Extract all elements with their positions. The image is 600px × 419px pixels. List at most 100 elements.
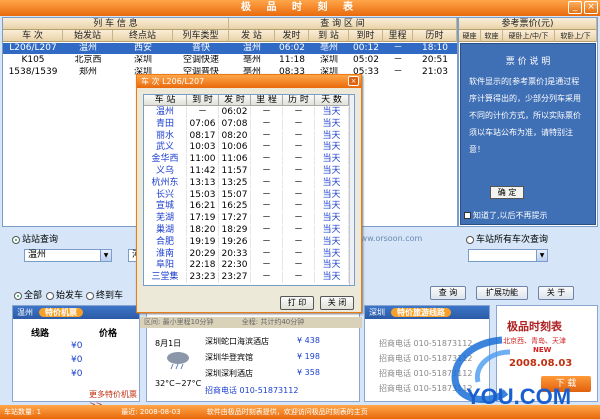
hotel-price[interactable]: ¥ 198 — [297, 352, 320, 361]
station-cell: 巢湖 — [144, 225, 187, 236]
query-button[interactable]: 查 询 — [430, 286, 466, 300]
station-cell: 合肥 — [144, 236, 187, 248]
rain-cloud-icon — [165, 350, 191, 370]
col-arrive[interactable]: 到 时 — [187, 95, 219, 106]
from-station-combo[interactable]: 温州 ▼ — [24, 249, 112, 262]
table-row[interactable]: L206/L207 温州 西安 普快 温州 06:02 亳州 00:12 － 1… — [3, 43, 457, 54]
station-row[interactable]: 丽水 08:17 08:20 －－当天 — [144, 130, 349, 142]
dialog-scrollbar[interactable] — [349, 95, 354, 285]
station-row[interactable]: 三堂集 23:23 23:27 －－当天 — [144, 272, 349, 284]
hotel-phone[interactable]: 招商电话 010-51873112 — [205, 385, 298, 396]
col-days[interactable]: 天 数 — [315, 95, 349, 106]
col-depart-time[interactable]: 发时 — [275, 30, 309, 42]
ticket-price[interactable]: ¥0 — [71, 341, 82, 351]
status-date: 最近: 2008-08-03 — [121, 408, 181, 416]
station-cell: 07:08 — [219, 118, 251, 130]
status-message: 软件由极品时刻表提供，欢迎访问极品时刻表的主页 — [206, 408, 368, 416]
col-distance[interactable]: 里 程 — [251, 95, 283, 106]
station-row[interactable]: 金华西 11:00 11:06 －－当天 — [144, 154, 349, 166]
station-row[interactable]: 宣城 16:21 16:25 －－当天 — [144, 201, 349, 213]
station-list[interactable]: 车 站 到 时 发 时 里 程 历 时 天 数 温州－ 06:02 －－当天 青田 07… — [143, 94, 355, 286]
station-cell: － — [251, 236, 283, 248]
chevron-down-icon[interactable]: ▼ — [100, 250, 111, 261]
station-row[interactable]: 义乌 11:42 11:57 －－当天 — [144, 166, 349, 177]
col-duration[interactable]: 历时 — [413, 30, 457, 42]
dont-show-again[interactable]: 知道了,以后不再提示 — [464, 210, 548, 221]
col-distance[interactable]: 里程 — [383, 30, 413, 42]
hotel-name[interactable]: 深圳华登宾馆 — [205, 352, 253, 363]
minimize-button[interactable]: _ — [568, 1, 582, 14]
station-cell: － — [283, 189, 315, 201]
station-cell: 宣城 — [144, 201, 187, 213]
station-row[interactable]: 温州－ 06:02 －－当天 — [144, 107, 349, 118]
station-cell: 当天 — [315, 225, 349, 236]
hotel-price[interactable]: ¥ 358 — [297, 368, 320, 377]
print-button[interactable]: 打 印 — [280, 296, 314, 310]
col-terminus[interactable]: 终点站 — [113, 30, 173, 42]
about-button[interactable]: 关 于 — [538, 286, 574, 300]
station-row[interactable]: 阜阳 22:18 22:30 －－当天 — [144, 260, 349, 272]
route-header: 线路 — [31, 329, 50, 339]
col-station[interactable]: 车 站 — [144, 95, 187, 106]
station-row[interactable]: 武义 10:03 10:06 －－当天 — [144, 142, 349, 154]
station-cell: － — [283, 177, 315, 189]
price-header: 价格 — [99, 329, 118, 339]
chevron-down-icon[interactable]: ▼ — [536, 250, 547, 261]
station-row[interactable]: 合肥 19:19 19:26 －－当天 — [144, 236, 349, 248]
station-query-option[interactable]: 站站查询 — [12, 232, 58, 245]
station-row[interactable]: 杭州东 13:13 13:25 －－当天 — [144, 177, 349, 189]
extend-button[interactable]: 扩展功能 — [476, 286, 528, 300]
col-depart[interactable]: 发 时 — [219, 95, 251, 106]
col-depart-station[interactable]: 发 站 — [229, 30, 275, 42]
dont-show-checkbox[interactable] — [464, 212, 471, 219]
notice-ok-button[interactable]: 确 定 — [490, 186, 524, 199]
filter-all[interactable]: 全部 — [14, 288, 42, 301]
col-hard-seat[interactable]: 硬座 — [459, 30, 481, 42]
hotel-price[interactable]: ¥ 438 — [297, 336, 320, 345]
station-cell: 青田 — [144, 118, 187, 130]
station-cell: 当天 — [315, 272, 349, 284]
station-cell: － — [283, 142, 315, 154]
close-icon[interactable]: × — [348, 76, 359, 86]
station-cell: 20:33 — [219, 248, 251, 260]
status-left: 车站数量: 1 — [4, 408, 42, 416]
col-train-no[interactable]: 车 次 — [3, 30, 63, 42]
station-query-radio[interactable] — [12, 235, 20, 244]
close-button[interactable]: 关 闭 — [320, 296, 354, 310]
dialog-title: 车 次 L206/L207 — [137, 75, 361, 88]
station-cell: 16:21 — [187, 201, 219, 213]
station-cell: 当天 — [315, 130, 349, 142]
station-row[interactable]: 淮南 20:29 20:33 －－当天 — [144, 248, 349, 260]
col-origin[interactable]: 始发站 — [63, 30, 113, 42]
station-cell: 三堂集 — [144, 272, 187, 284]
station-cell: － — [283, 272, 315, 284]
hotel-name[interactable]: 深圳深利酒店 — [205, 368, 253, 379]
station-combo[interactable]: ▼ — [468, 249, 548, 262]
station-row[interactable]: 芜湖 17:19 17:27 －－当天 — [144, 213, 349, 225]
col-arrive-time[interactable]: 到时 — [349, 30, 383, 42]
col-soft-seat[interactable]: 软座 — [481, 30, 503, 42]
ticket-price[interactable]: ¥0 — [71, 369, 82, 379]
station-trains-radio[interactable] — [466, 235, 474, 244]
col-elapsed[interactable]: 历 时 — [283, 95, 315, 106]
hotel-name[interactable]: 深圳蛇口海滨酒店 — [205, 336, 269, 347]
ticket-panel: 温州特价机票 线路 价格 ¥0 ¥0 ¥0 更多特价机票>> — [12, 305, 140, 409]
filter-terminus[interactable]: 终到车 — [86, 288, 123, 301]
station-row[interactable]: 青田 07:06 07:08 －－当天 — [144, 118, 349, 130]
station-row[interactable]: 巢湖 18:20 18:29 －－当天 — [144, 225, 349, 236]
station-trains-option[interactable]: 车站所有车次查询 — [466, 232, 548, 245]
train-detail-dialog: 车 次 L206/L207 × 车 站 到 时 发 时 里 程 历 时 天 数 … — [136, 74, 362, 313]
col-soft-sleeper[interactable]: 软卧上/下 — [555, 30, 597, 42]
station-cell: 当天 — [315, 118, 349, 130]
station-cell: 11:06 — [219, 154, 251, 166]
col-hard-sleeper[interactable]: 硬卧上/中/下 — [503, 30, 555, 42]
station-cell: － — [283, 201, 315, 213]
station-cell: － — [187, 107, 219, 118]
filter-origin[interactable]: 始发车 — [46, 288, 83, 301]
table-row[interactable]: K105 北京西 深圳 空调快速 亳州 11:18 深圳 05:02 － 20:… — [3, 55, 457, 66]
col-train-type[interactable]: 列车类型 — [173, 30, 229, 42]
col-arrive-station[interactable]: 到 站 — [309, 30, 349, 42]
ticket-price[interactable]: ¥0 — [71, 355, 82, 365]
station-row[interactable]: 长兴 15:03 15:07 －－当天 — [144, 189, 349, 201]
close-window-button[interactable]: × — [584, 1, 598, 14]
